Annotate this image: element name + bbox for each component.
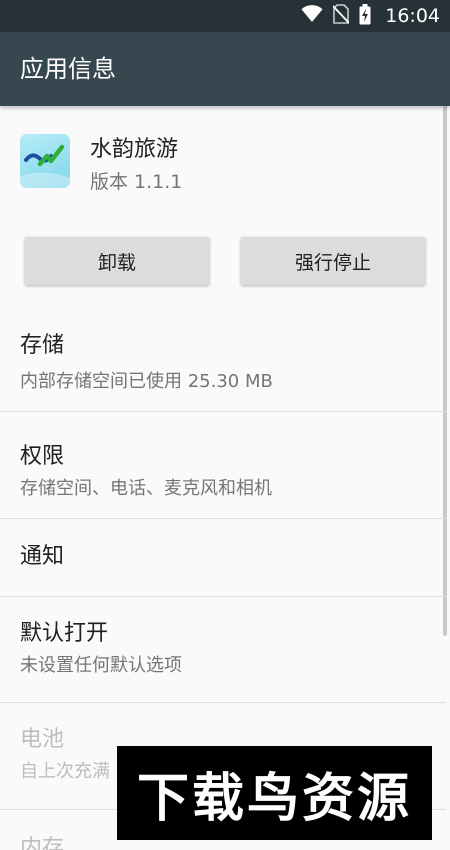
pref-permissions[interactable]: 权限 存储空间、电话、麦克风和相机 [0, 412, 446, 518]
watermark-logo: 下载鸟资源 [117, 746, 432, 840]
pref-title: 通知 [20, 544, 65, 569]
app-name: 水韵旅游 [90, 137, 179, 162]
pref-open-by-default[interactable]: 默认打开 未设置任何默认选项 [0, 597, 446, 702]
pref-title: 默认打开 [20, 621, 109, 646]
pref-summary: 存储空间、电话、麦克风和相机 [20, 478, 272, 499]
battery-charging-icon [359, 3, 371, 29]
wifi-icon [301, 5, 323, 27]
app-bar: 应用信息 [0, 32, 450, 106]
status-bar: 16:04 [0, 0, 450, 32]
no-sim-icon [332, 4, 350, 28]
page-title: 应用信息 [20, 55, 116, 83]
content-scroll-area[interactable]: 水韵旅游 版本 1.1.1 卸载 强行停止 存储 内部存储空间已使用 25.30… [0, 106, 450, 850]
uninstall-button[interactable]: 卸载 [25, 237, 209, 285]
app-icon [20, 134, 70, 188]
pref-summary: 自上次充满 [20, 761, 110, 782]
pref-title: 权限 [20, 444, 65, 469]
pref-title: 内存 [20, 836, 65, 850]
force-stop-button[interactable]: 强行停止 [241, 237, 425, 285]
pref-title: 存储 [20, 333, 65, 358]
pref-summary: 未设置任何默认选项 [20, 655, 182, 676]
pref-summary: 内部存储空间已使用 25.30 MB [20, 371, 273, 392]
status-icons: 16:04 [301, 0, 440, 32]
pref-storage[interactable]: 存储 内部存储空间已使用 25.30 MB [0, 311, 446, 412]
pref-title: 电池 [20, 727, 65, 752]
status-time: 16:04 [385, 5, 440, 27]
app-version: 版本 1.1.1 [90, 171, 183, 193]
pref-notifications[interactable]: 通知 [0, 519, 446, 596]
